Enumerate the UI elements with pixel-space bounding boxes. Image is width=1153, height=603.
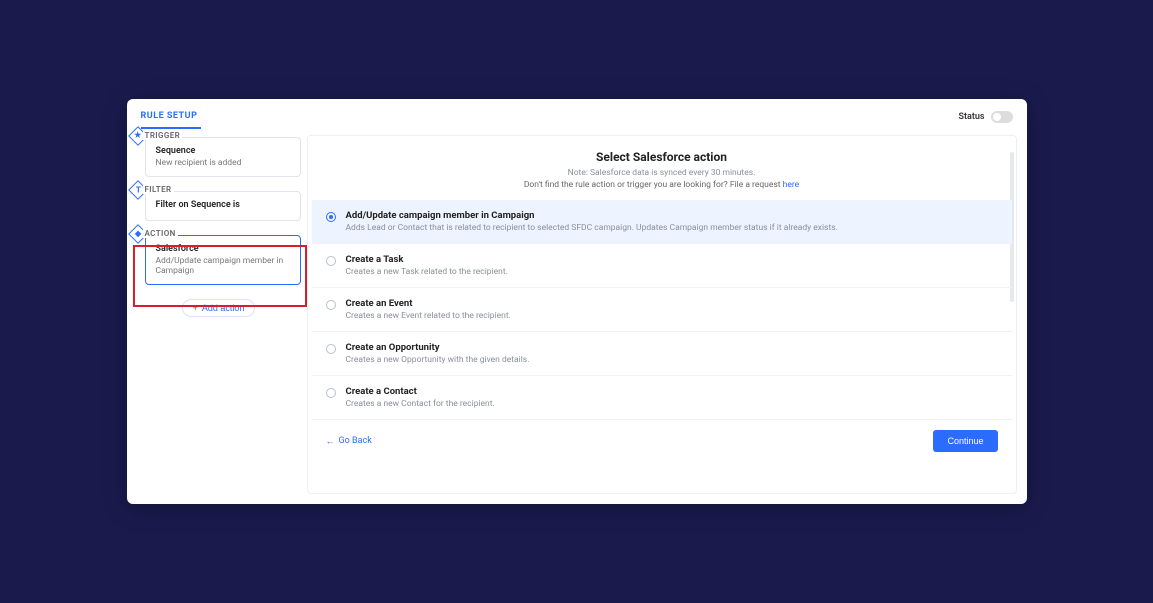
continue-button[interactable]: Continue	[933, 430, 997, 452]
file-request-link[interactable]: here	[783, 180, 800, 190]
node-sub: Add/Update campaign member in Campaign	[156, 256, 292, 276]
add-action-label: Add action	[202, 303, 245, 313]
rule-rail: ★ TRIGGER Sequence New recipient is adde…	[127, 129, 307, 504]
option-title: Add/Update campaign member in Campaign	[346, 210, 838, 221]
status-toggle[interactable]	[991, 111, 1013, 123]
plus-icon: +	[193, 303, 198, 313]
radio-icon	[326, 212, 336, 222]
action-option[interactable]: Create a Contact Creates a new Contact fo…	[312, 376, 1012, 420]
node-filter[interactable]: T FILTER Filter on Sequence is	[137, 191, 301, 221]
node-trigger[interactable]: ★ TRIGGER Sequence New recipient is adde…	[137, 137, 301, 177]
node-action[interactable]: ◆ ACTION Salesforce Add/Update campaign …	[137, 235, 301, 285]
action-options: Add/Update campaign member in Campaign Ad…	[312, 200, 1012, 420]
option-title: Create a Task	[346, 254, 508, 265]
tab-rule-setup[interactable]: RULE SETUP	[141, 105, 202, 129]
radio-icon	[326, 388, 336, 398]
arrow-left-icon: ←	[326, 436, 335, 447]
option-title: Create an Event	[346, 298, 511, 309]
option-desc: Creates a new Event related to the recip…	[346, 311, 511, 321]
option-desc: Adds Lead or Contact that is related to …	[346, 223, 838, 233]
node-tag: FILTER	[143, 185, 174, 194]
action-option[interactable]: Create a Task Creates a new Task related …	[312, 244, 1012, 288]
main-panel: Select Salesforce action Note: Salesforc…	[307, 135, 1017, 494]
app-window: RULE SETUP Status ★ TRIGGER Sequence New…	[127, 99, 1027, 504]
action-option[interactable]: Create an Opportunity Creates a new Oppor…	[312, 332, 1012, 376]
node-title: Filter on Sequence is	[156, 200, 292, 210]
node-tag: ACTION	[143, 229, 178, 238]
topbar: RULE SETUP Status	[127, 99, 1027, 129]
node-sub: New recipient is added	[156, 158, 292, 168]
option-desc: Creates a new Contact for the recipient.	[346, 399, 495, 409]
add-action-button[interactable]: + Add action	[182, 299, 256, 317]
node-title: Sequence	[156, 146, 292, 156]
node-tag: TRIGGER	[143, 131, 183, 140]
panel-title: Select Salesforce action	[322, 150, 1002, 164]
body: ★ TRIGGER Sequence New recipient is adde…	[127, 129, 1027, 504]
option-desc: Creates a new Opportunity with the given…	[346, 355, 530, 365]
action-option[interactable]: Create an Event Creates a new Event relat…	[312, 288, 1012, 332]
node-title: Salesforce	[156, 244, 292, 254]
status-wrap: Status	[958, 111, 1012, 123]
sync-note: Note: Salesforce data is synced every 30…	[322, 168, 1002, 178]
go-back-label: Go Back	[339, 436, 372, 446]
radio-icon	[326, 344, 336, 354]
option-title: Create a Contact	[346, 386, 495, 397]
status-label: Status	[958, 112, 984, 122]
radio-icon	[326, 300, 336, 310]
option-title: Create an Opportunity	[346, 342, 530, 353]
request-prompt: Don't find the rule action or trigger yo…	[322, 180, 1002, 190]
radio-icon	[326, 256, 336, 266]
go-back-link[interactable]: ← Go Back	[326, 436, 372, 447]
action-option[interactable]: Add/Update campaign member in Campaign Ad…	[312, 200, 1012, 244]
option-desc: Creates a new Task related to the recipi…	[346, 267, 508, 277]
